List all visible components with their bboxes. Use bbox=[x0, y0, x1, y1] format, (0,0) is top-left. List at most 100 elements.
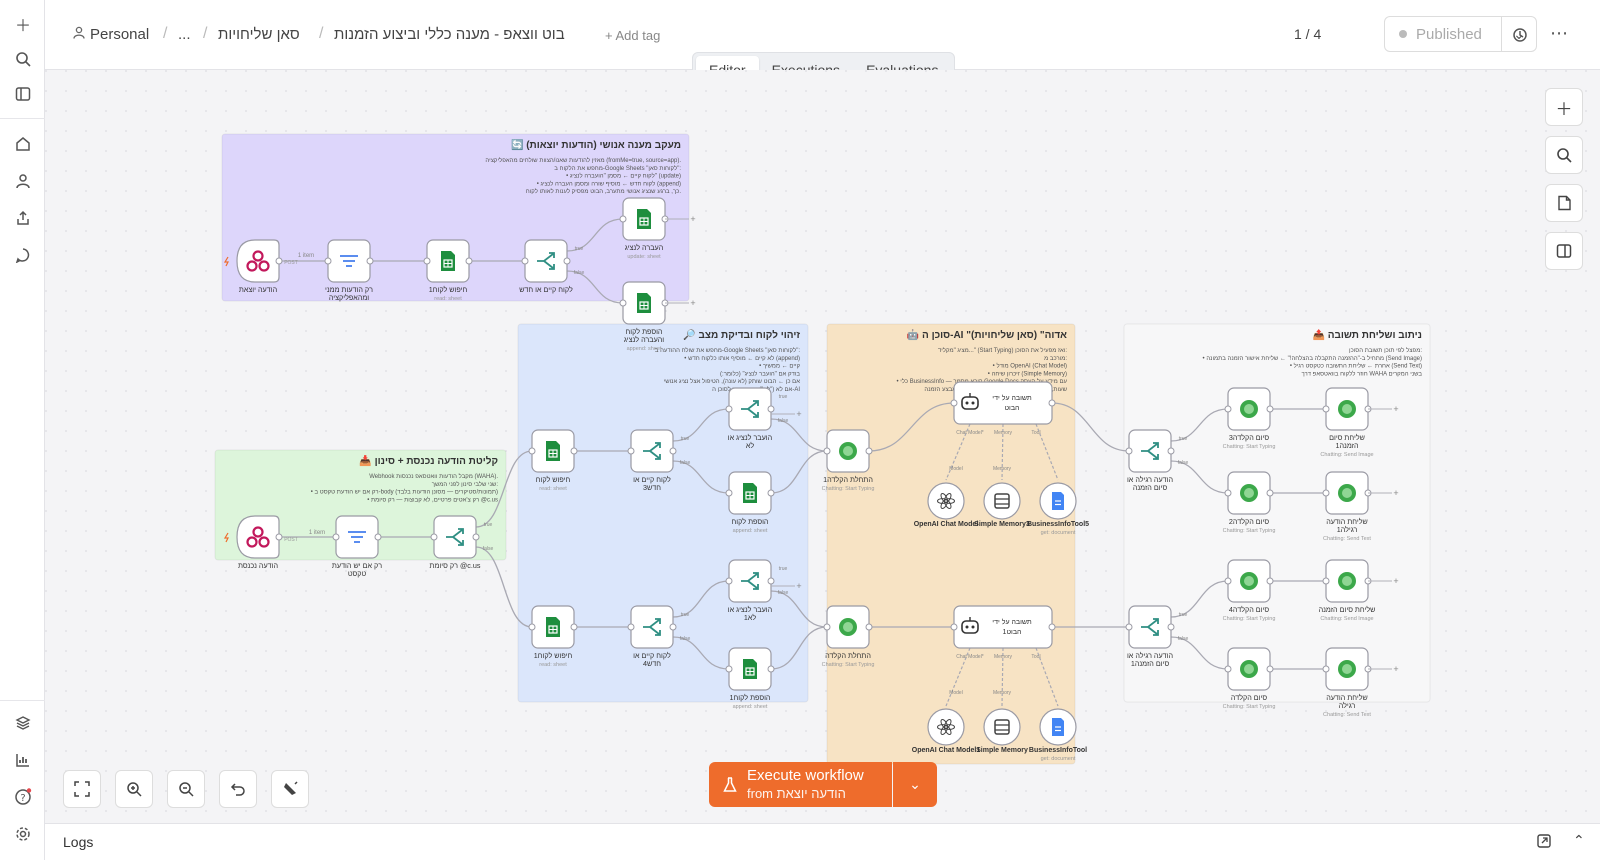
input-handle[interactable] bbox=[627, 447, 635, 455]
breadcrumb-project[interactable]: Personal bbox=[90, 26, 149, 43]
add-node-plus-icon[interactable]: + bbox=[1393, 664, 1398, 674]
output-handle[interactable] bbox=[1048, 399, 1056, 407]
execute-workflow-button[interactable]: Execute workflow from הודעה יוצאת bbox=[709, 762, 892, 807]
add-node-plus-icon[interactable]: + bbox=[796, 409, 801, 419]
add-tag-button[interactable]: + Add tag bbox=[605, 28, 660, 43]
add-node-plus-icon[interactable]: + bbox=[690, 214, 695, 224]
output-handle[interactable] bbox=[767, 405, 775, 413]
node[interactable] bbox=[953, 605, 1053, 649]
output-handle[interactable] bbox=[865, 623, 873, 631]
input-handle[interactable] bbox=[332, 533, 340, 541]
sidebar-toggle-icon[interactable] bbox=[12, 83, 34, 105]
input-handle[interactable] bbox=[823, 447, 831, 455]
input-handle[interactable] bbox=[430, 533, 438, 541]
input-handle[interactable] bbox=[1322, 405, 1330, 413]
output-handle[interactable] bbox=[1266, 665, 1274, 673]
input-handle[interactable] bbox=[725, 577, 733, 585]
workflow-canvas[interactable]: 🔄 מעקב מענה אנושי (הודעות יוצאות) מאזין ל… bbox=[45, 70, 1600, 822]
input-handle[interactable] bbox=[823, 623, 831, 631]
input-handle[interactable] bbox=[528, 623, 536, 631]
input-handle[interactable] bbox=[528, 447, 536, 455]
insights-icon[interactable] bbox=[12, 749, 34, 771]
input-handle[interactable] bbox=[1224, 665, 1232, 673]
share-icon[interactable] bbox=[12, 207, 34, 229]
user-icon[interactable] bbox=[12, 170, 34, 192]
input-handle[interactable] bbox=[1125, 623, 1133, 631]
input-handle[interactable] bbox=[1322, 665, 1330, 673]
plus-icon[interactable]: ＋ bbox=[12, 13, 34, 35]
add-node-plus-icon[interactable]: + bbox=[1393, 404, 1398, 414]
output-handle[interactable] bbox=[1266, 405, 1274, 413]
chevron-up-icon[interactable]: ⌃ bbox=[1573, 832, 1585, 849]
more-options-icon[interactable]: ⋯ bbox=[1548, 22, 1570, 44]
output-handle[interactable] bbox=[570, 623, 578, 631]
output-handle[interactable] bbox=[570, 447, 578, 455]
input-handle[interactable] bbox=[1125, 447, 1133, 455]
output-handle[interactable] bbox=[1167, 447, 1175, 455]
output-handle[interactable] bbox=[767, 489, 775, 497]
node[interactable] bbox=[927, 482, 965, 520]
node[interactable] bbox=[630, 429, 674, 473]
output-handle[interactable] bbox=[1266, 577, 1274, 585]
input-handle[interactable] bbox=[1224, 489, 1232, 497]
input-handle[interactable] bbox=[725, 665, 733, 673]
node[interactable] bbox=[953, 381, 1053, 425]
node[interactable] bbox=[983, 482, 1021, 520]
input-handle[interactable] bbox=[1224, 405, 1232, 413]
input-handle[interactable] bbox=[1322, 489, 1330, 497]
settings-icon[interactable] bbox=[12, 823, 34, 845]
add-node-plus-icon[interactable]: + bbox=[1393, 576, 1398, 586]
popout-icon[interactable] bbox=[1537, 834, 1551, 853]
input-handle[interactable] bbox=[725, 489, 733, 497]
history-icon[interactable] bbox=[1509, 24, 1531, 46]
input-handle[interactable] bbox=[627, 623, 635, 631]
node[interactable] bbox=[927, 708, 965, 746]
execute-dropdown-icon[interactable]: ⌄ bbox=[893, 762, 937, 807]
home-icon[interactable] bbox=[12, 133, 34, 155]
zoom-out-button[interactable] bbox=[167, 770, 205, 808]
node[interactable] bbox=[728, 387, 772, 431]
add-node-plus-icon[interactable]: + bbox=[1393, 488, 1398, 498]
breadcrumb-ellipsis[interactable]: ... bbox=[178, 26, 191, 43]
input-handle[interactable] bbox=[950, 399, 958, 407]
input-handle[interactable] bbox=[950, 623, 958, 631]
add-node-plus-icon[interactable]: + bbox=[796, 581, 801, 591]
search-nodes-button[interactable] bbox=[1545, 136, 1583, 174]
output-handle[interactable] bbox=[1266, 489, 1274, 497]
add-node-button[interactable]: ＋ bbox=[1545, 88, 1583, 126]
node[interactable] bbox=[983, 708, 1021, 746]
breadcrumb-folder[interactable]: סאן שליחויות bbox=[218, 26, 300, 43]
output-handle[interactable] bbox=[669, 623, 677, 631]
node[interactable] bbox=[630, 605, 674, 649]
output-handle[interactable] bbox=[275, 533, 283, 541]
logs-panel[interactable]: Logs ⌃ bbox=[45, 823, 1600, 860]
output-handle[interactable] bbox=[275, 257, 283, 265]
input-handle[interactable] bbox=[1322, 577, 1330, 585]
chat-icon[interactable] bbox=[12, 244, 34, 266]
input-handle[interactable] bbox=[521, 257, 529, 265]
node[interactable] bbox=[1128, 429, 1172, 473]
output-handle[interactable] bbox=[1048, 623, 1056, 631]
node[interactable] bbox=[728, 559, 772, 603]
output-handle[interactable] bbox=[465, 257, 473, 265]
input-handle[interactable] bbox=[1224, 577, 1232, 585]
input-handle[interactable] bbox=[324, 257, 332, 265]
node[interactable] bbox=[1128, 605, 1172, 649]
input-handle[interactable] bbox=[619, 215, 627, 223]
output-handle[interactable] bbox=[374, 533, 382, 541]
input-handle[interactable] bbox=[423, 257, 431, 265]
undo-button[interactable] bbox=[219, 770, 257, 808]
sticky-note-button[interactable] bbox=[1545, 184, 1583, 222]
output-handle[interactable] bbox=[865, 447, 873, 455]
input-handle[interactable] bbox=[725, 405, 733, 413]
workflow-name[interactable]: בוט ווצאפ - מענה כללי וביצוע הזמנות bbox=[334, 26, 565, 43]
output-handle[interactable] bbox=[767, 665, 775, 673]
add-node-plus-icon[interactable]: + bbox=[690, 298, 695, 308]
tidy-up-button[interactable] bbox=[271, 770, 309, 808]
output-handle[interactable] bbox=[1167, 623, 1175, 631]
output-handle[interactable] bbox=[472, 533, 480, 541]
input-handle[interactable] bbox=[619, 299, 627, 307]
node[interactable] bbox=[433, 515, 477, 559]
templates-icon[interactable] bbox=[12, 712, 34, 734]
zoom-in-button[interactable] bbox=[115, 770, 153, 808]
